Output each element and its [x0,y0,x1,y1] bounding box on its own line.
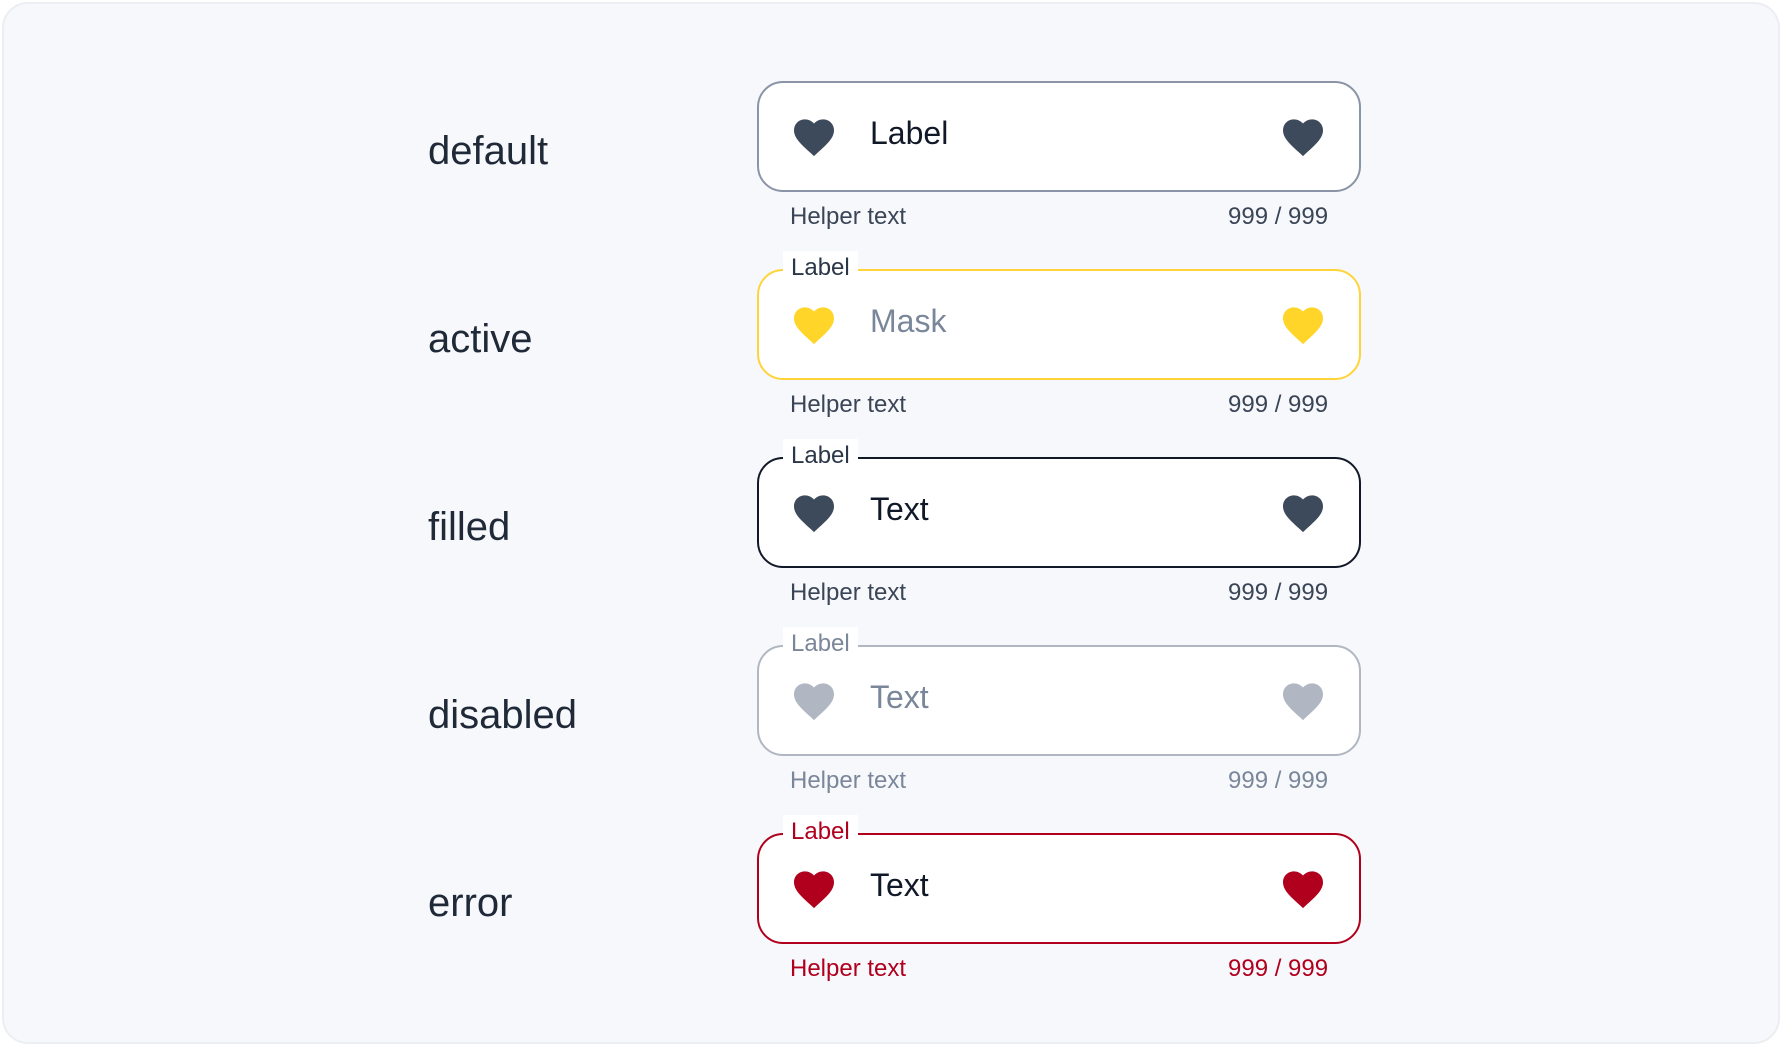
helper-text: Helper text [790,203,907,230]
character-counter: 999 / 999 [1228,203,1329,230]
heart-icon[interactable] [1281,493,1325,533]
heart-icon[interactable] [1281,869,1325,909]
state-name-disabled: disabled [428,693,578,737]
field-placeholder: Mask [870,303,947,339]
heart-icon[interactable] [792,493,836,533]
heart-icon [1281,681,1325,721]
helper-text: Helper text [790,767,907,794]
heart-icon[interactable] [1281,305,1325,345]
row-active: active Label Mask Helper text 999 / 999 [4,251,1778,457]
heart-icon [792,681,836,721]
field-value: Text [870,679,929,715]
text-field-filled[interactable]: Label Text [757,439,1361,568]
helper-text: Helper text [790,579,907,606]
floating-label: Label [783,439,858,473]
text-field-disabled: Label Text [757,627,1361,756]
field-value: Text [870,867,929,903]
row-filled: filled Label Text Helper text 999 / 999 [4,439,1778,645]
text-field-default[interactable]: Label [757,81,1361,192]
floating-label: Label [783,627,858,661]
field-value: Text [870,491,929,527]
character-counter: 999 / 999 [1228,391,1329,418]
floating-label: Label [783,251,858,285]
state-name-default: default [428,129,549,173]
component-sheet: default Label Helper text 999 / 999 acti… [2,2,1780,1044]
heart-icon[interactable] [792,305,836,345]
character-counter: 999 / 999 [1228,579,1329,606]
heart-icon[interactable] [1281,117,1325,157]
heart-icon[interactable] [792,869,836,909]
text-field-active[interactable]: Label Mask [757,251,1361,380]
helper-text: Helper text [790,391,907,418]
heart-icon[interactable] [792,117,836,157]
character-counter: 999 / 999 [1228,955,1329,982]
row-error: error Label Text Helper text 999 / 999 [4,815,1778,1021]
row-default: default Label Helper text 999 / 999 [4,81,1778,269]
floating-label: Label [783,815,858,849]
helper-text: Helper text [790,955,907,982]
row-disabled: disabled Label Text Helper text 999 / 99… [4,627,1778,833]
field-value: Label [870,115,949,151]
state-name-error: error [428,881,513,925]
state-name-active: active [428,317,533,361]
text-field-error[interactable]: Label Text [757,815,1361,944]
character-counter: 999 / 999 [1228,767,1329,794]
state-name-filled: filled [428,505,511,549]
